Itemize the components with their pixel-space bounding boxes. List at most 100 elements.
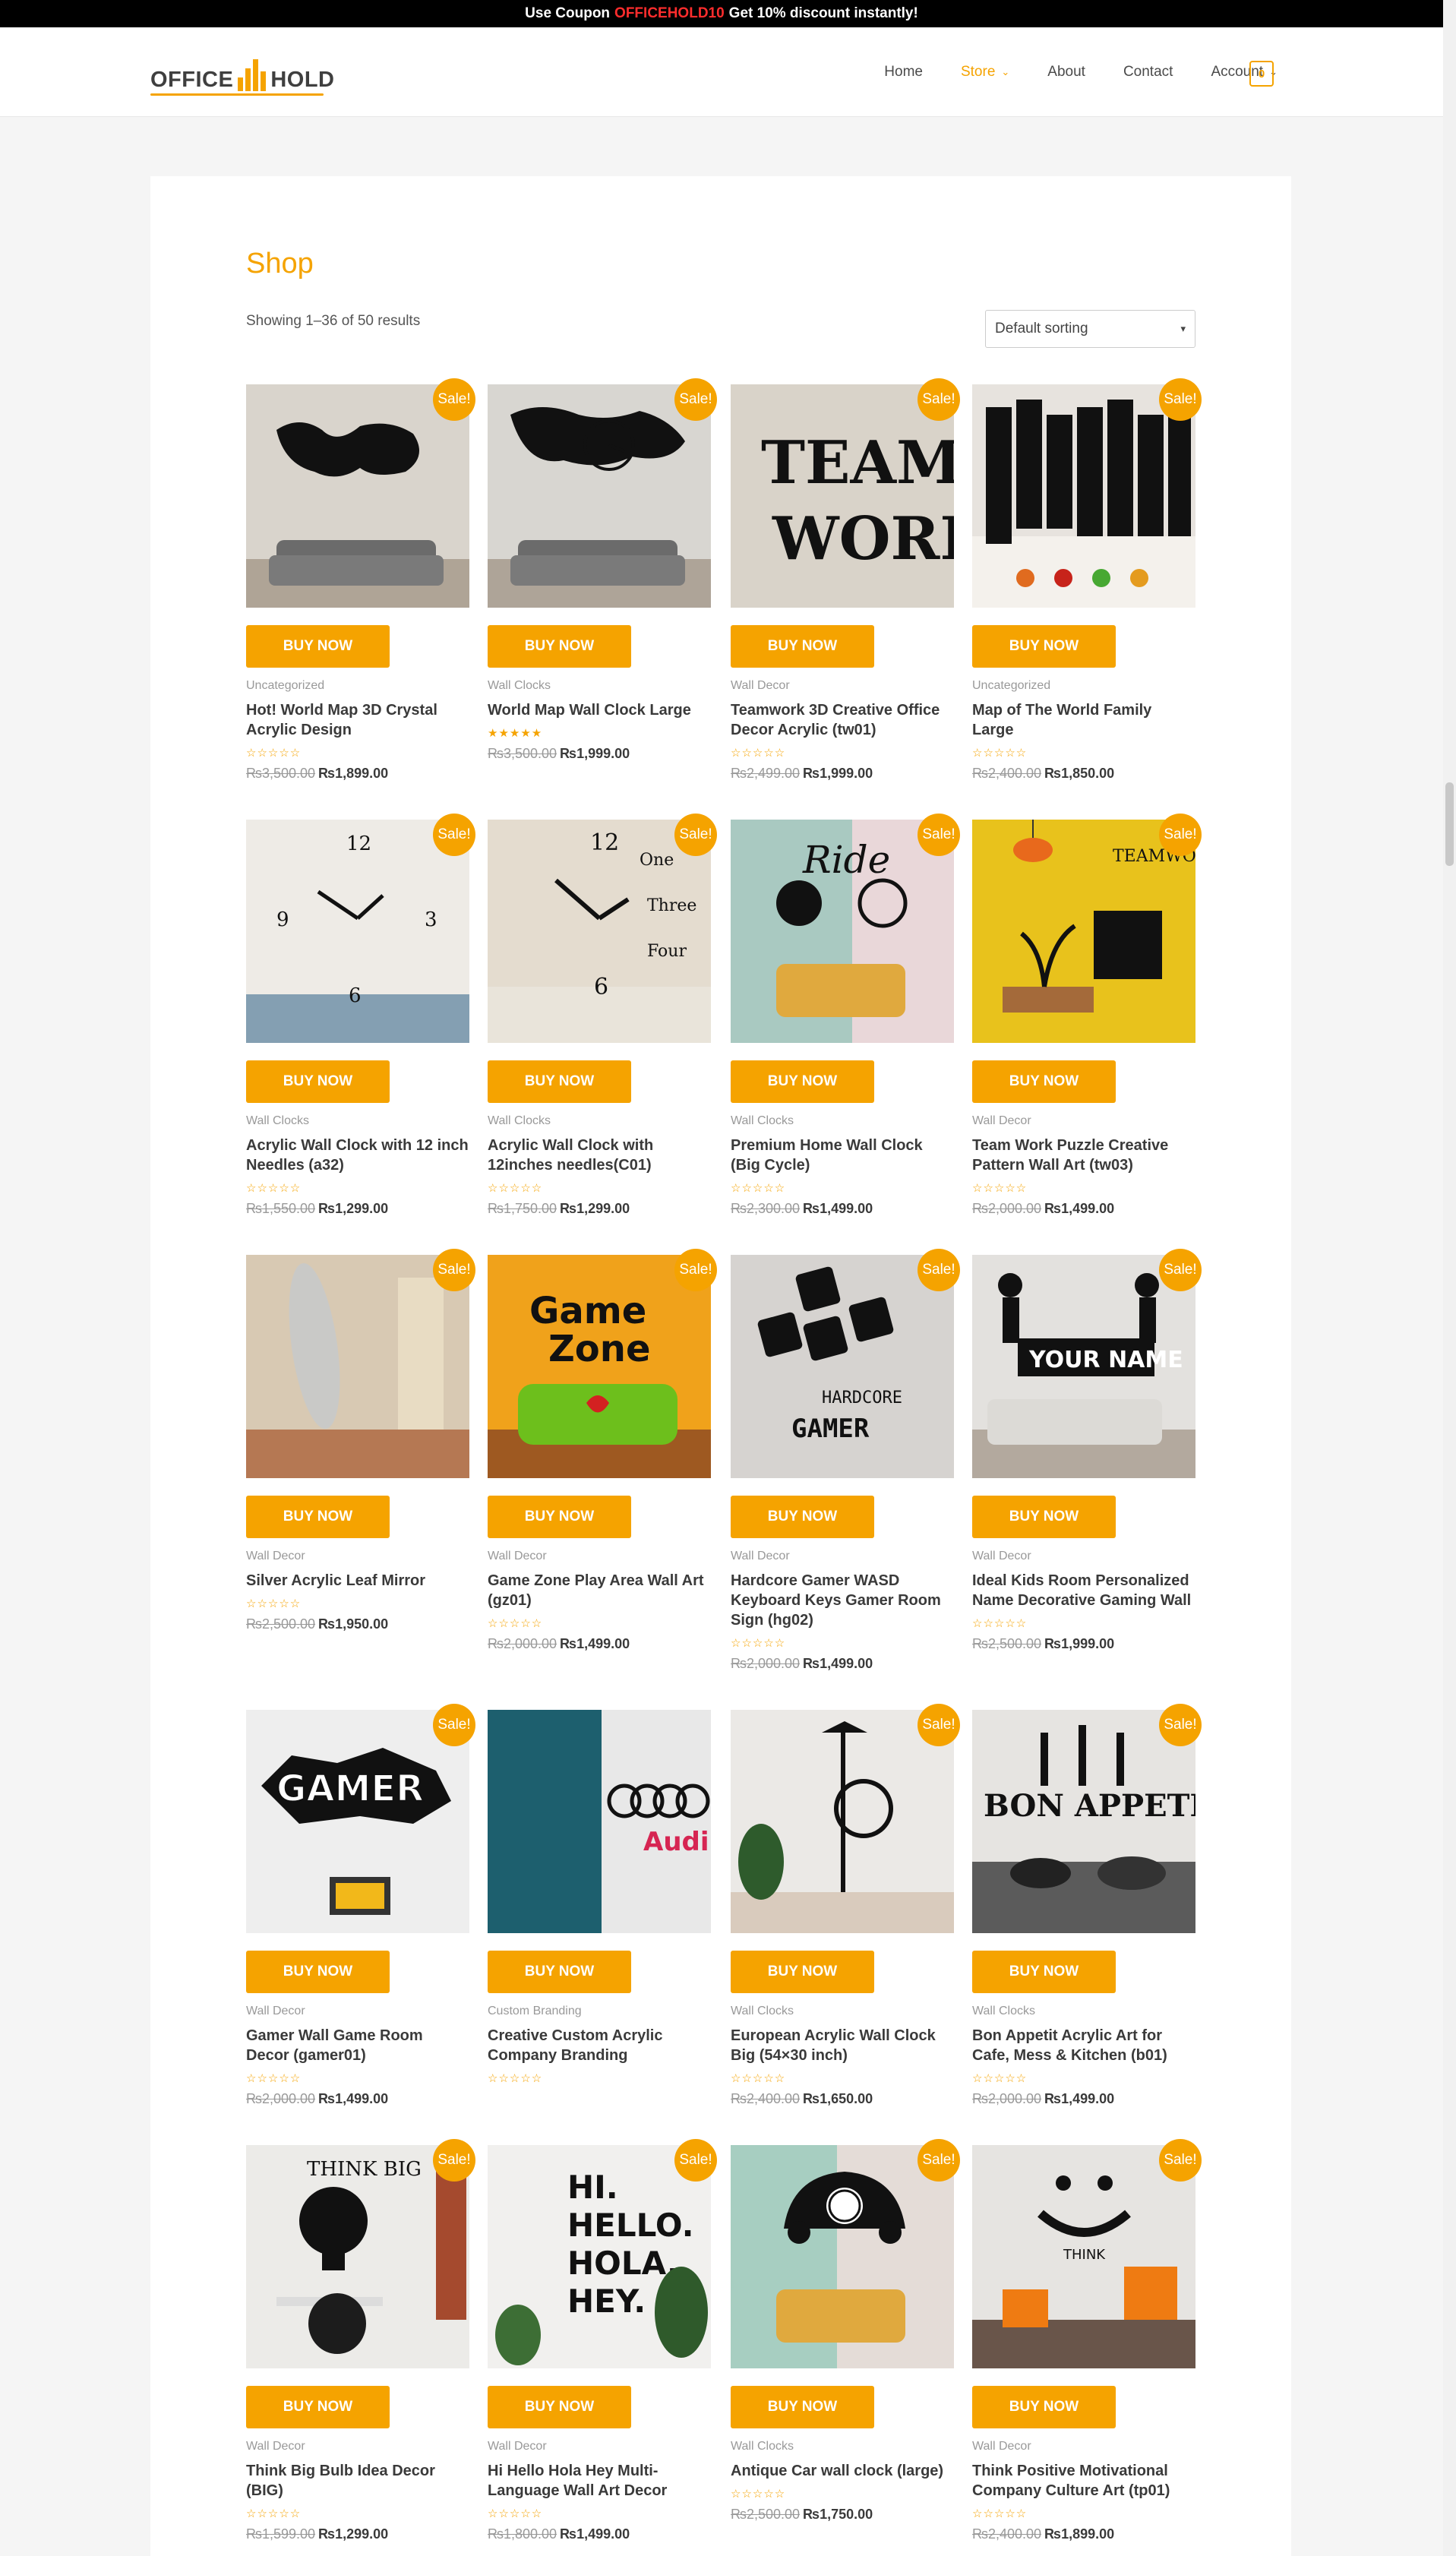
- buy-now-button[interactable]: BUY NOW: [731, 2386, 874, 2428]
- product-category[interactable]: Wall Decor: [731, 1550, 954, 1563]
- product-image[interactable]: TEAMWORK: [731, 384, 954, 608]
- product-image[interactable]: HI. HELLO. HOLA. HEY.: [488, 2145, 711, 2368]
- product-image[interactable]: TEAMWORK: [972, 820, 1195, 1043]
- product-category[interactable]: Wall Clocks: [488, 679, 711, 693]
- product-title[interactable]: Think Positive Motivational Company Cult…: [972, 2461, 1195, 2501]
- product-category[interactable]: Wall Clocks: [246, 1114, 469, 1128]
- product-category[interactable]: Wall Clocks: [731, 1114, 954, 1128]
- svg-text:12: 12: [346, 833, 371, 855]
- sale-price: ₨1,299.00: [318, 2526, 389, 2542]
- product-category[interactable]: Uncategorized: [246, 679, 469, 693]
- product-title[interactable]: Antique Car wall clock (large): [731, 2461, 954, 2481]
- buy-now-button[interactable]: BUY NOW: [731, 625, 874, 668]
- product-title[interactable]: Hardcore Gamer WASD Keyboard Keys Gamer …: [731, 1571, 954, 1630]
- product-image[interactable]: BON APPETIT: [972, 1710, 1195, 1933]
- product-category[interactable]: Wall Decor: [246, 2005, 469, 2018]
- product-title[interactable]: Acrylic Wall Clock with 12inches needles…: [488, 1136, 711, 1175]
- logo-bars-icon: [238, 59, 267, 91]
- product-image[interactable]: GAMER: [246, 1710, 469, 1933]
- sorting-select[interactable]: Default sorting ▾: [985, 310, 1195, 348]
- product-title[interactable]: Hi Hello Hola Hey Multi-Language Wall Ar…: [488, 2461, 711, 2501]
- site-logo[interactable]: OFFICE HOLD: [150, 58, 335, 96]
- product-image[interactable]: HARDCORE GAMER: [731, 1255, 954, 1478]
- product-category[interactable]: Wall Decor: [972, 2440, 1195, 2453]
- product-category[interactable]: Wall Decor: [972, 1550, 1195, 1563]
- buy-now-button[interactable]: BUY NOW: [972, 2386, 1116, 2428]
- product-image[interactable]: [972, 384, 1195, 608]
- buy-now-button[interactable]: BUY NOW: [488, 625, 631, 668]
- product-category[interactable]: Wall Decor: [488, 2440, 711, 2453]
- product-image[interactable]: 12 6 One Three Four: [488, 820, 711, 1043]
- buy-now-button[interactable]: BUY NOW: [488, 1060, 631, 1103]
- product-image[interactable]: THINK: [972, 2145, 1195, 2368]
- product-image[interactable]: YOUR NAME: [972, 1255, 1195, 1478]
- product-title[interactable]: Acrylic Wall Clock with 12 inch Needles …: [246, 1136, 469, 1175]
- product-title[interactable]: Map of The World Family Large: [972, 700, 1195, 740]
- product-category[interactable]: Wall Decor: [972, 1114, 1195, 1128]
- product-title[interactable]: Think Big Bulb Idea Decor (BIG): [246, 2461, 469, 2501]
- buy-now-button[interactable]: BUY NOW: [246, 1060, 390, 1103]
- product-category[interactable]: Wall Decor: [488, 1550, 711, 1563]
- buy-now-button[interactable]: BUY NOW: [972, 1951, 1116, 1993]
- product-image[interactable]: [731, 1710, 954, 1933]
- product-image[interactable]: [488, 384, 711, 608]
- nav-item-contact[interactable]: Contact: [1123, 64, 1173, 81]
- product-category[interactable]: Wall Decor: [246, 1550, 469, 1563]
- product-image[interactable]: [246, 1255, 469, 1478]
- nav-item-about[interactable]: About: [1047, 64, 1085, 81]
- buy-now-button[interactable]: BUY NOW: [972, 625, 1116, 668]
- sale-badge: Sale!: [674, 814, 717, 856]
- page-scrollbar[interactable]: [1443, 0, 1456, 2556]
- product-image[interactable]: Ride: [731, 820, 954, 1043]
- product-title[interactable]: Silver Acrylic Leaf Mirror: [246, 1571, 469, 1591]
- product-category[interactable]: Wall Clocks: [731, 2440, 954, 2453]
- product-category[interactable]: Wall Decor: [731, 679, 954, 693]
- product-category[interactable]: Wall Clocks: [972, 2005, 1195, 2018]
- product-category[interactable]: Uncategorized: [972, 679, 1195, 693]
- product-title[interactable]: Creative Custom Acrylic Company Branding: [488, 2026, 711, 2065]
- product-title[interactable]: Hot! World Map 3D Crystal Acrylic Design: [246, 700, 469, 740]
- product-category[interactable]: Wall Clocks: [731, 2005, 954, 2018]
- scrollbar-thumb[interactable]: [1445, 782, 1454, 866]
- cart-icon[interactable]: 0: [1249, 61, 1274, 87]
- buy-now-button[interactable]: BUY NOW: [731, 1060, 874, 1103]
- product-title[interactable]: Team Work Puzzle Creative Pattern Wall A…: [972, 1136, 1195, 1175]
- nav-item-store[interactable]: Store ⌄: [961, 64, 1009, 81]
- product-category[interactable]: Wall Clocks: [488, 1114, 711, 1128]
- product-price: ₨2,500.00 ₨1,750.00: [731, 2507, 954, 2523]
- product-title[interactable]: Premium Home Wall Clock (Big Cycle): [731, 1136, 954, 1175]
- svg-text:BON APPETIT: BON APPETIT: [984, 1788, 1195, 1824]
- product-category[interactable]: Custom Branding: [488, 2005, 711, 2018]
- product-title[interactable]: Gamer Wall Game Room Decor (gamer01): [246, 2026, 469, 2065]
- nav-item-home[interactable]: Home: [884, 64, 923, 81]
- product-image[interactable]: [246, 384, 469, 608]
- product-title[interactable]: World Map Wall Clock Large: [488, 700, 711, 720]
- product-image[interactable]: 12 3 6 9: [246, 820, 469, 1043]
- buy-now-button[interactable]: BUY NOW: [488, 2386, 631, 2428]
- product-image[interactable]: [731, 2145, 954, 2368]
- star-rating-icon: ☆☆☆☆☆: [972, 1182, 1028, 1195]
- buy-now-button[interactable]: BUY NOW: [246, 2386, 390, 2428]
- buy-now-button[interactable]: BUY NOW: [972, 1496, 1116, 1538]
- product-image[interactable]: Audi: [488, 1710, 711, 1933]
- buy-now-button[interactable]: BUY NOW: [246, 1951, 390, 1993]
- buy-now-button[interactable]: BUY NOW: [488, 1951, 631, 1993]
- buy-now-button[interactable]: BUY NOW: [246, 625, 390, 668]
- product-title[interactable]: European Acrylic Wall Clock Big (54×30 i…: [731, 2026, 954, 2065]
- product-title[interactable]: Game Zone Play Area Wall Art (gz01): [488, 1571, 711, 1610]
- buy-now-button[interactable]: BUY NOW: [972, 1060, 1116, 1103]
- product-title[interactable]: Ideal Kids Room Personalized Name Decora…: [972, 1571, 1195, 1610]
- product-card: HI. HELLO. HOLA. HEY. BUY NOW Wall Decor Hi He…: [488, 2145, 711, 2542]
- product-title[interactable]: Bon Appetit Acrylic Art for Cafe, Mess &…: [972, 2026, 1195, 2065]
- svg-text:9: 9: [276, 908, 289, 931]
- logo-word-hold: HOLD: [270, 68, 335, 92]
- buy-now-button[interactable]: BUY NOW: [246, 1496, 390, 1538]
- product-title[interactable]: Teamwork 3D Creative Office Decor Acryli…: [731, 700, 954, 740]
- product-image[interactable]: THINK BIG: [246, 2145, 469, 2368]
- buy-now-button[interactable]: BUY NOW: [731, 1496, 874, 1538]
- buy-now-button[interactable]: BUY NOW: [488, 1496, 631, 1538]
- buy-now-button[interactable]: BUY NOW: [731, 1951, 874, 1993]
- product-image[interactable]: Game Zone: [488, 1255, 711, 1478]
- old-price: ₨2,400.00: [972, 766, 1042, 781]
- product-category[interactable]: Wall Decor: [246, 2440, 469, 2453]
